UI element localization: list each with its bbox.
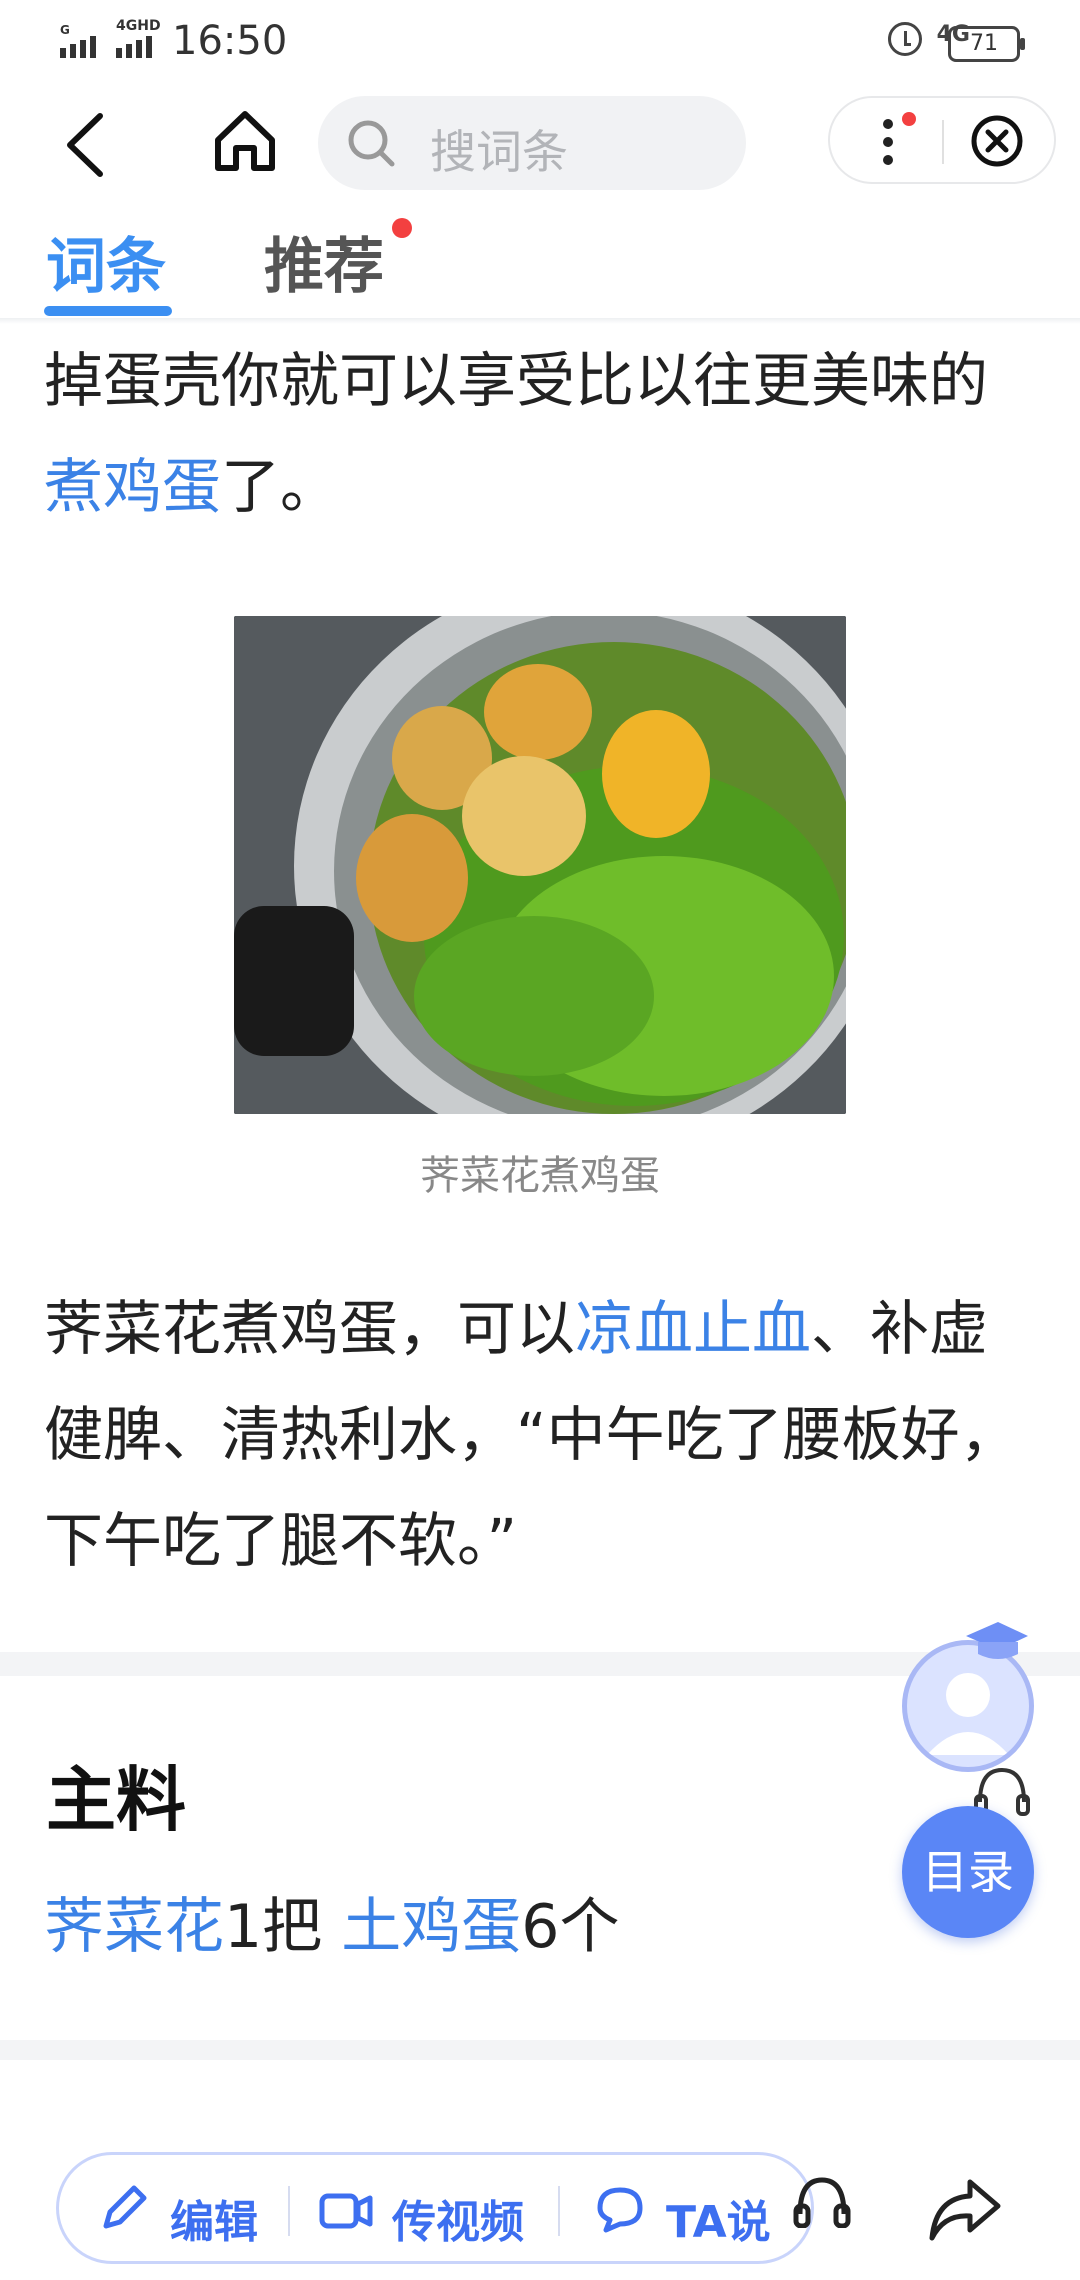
signal-label: 4GHD	[116, 18, 161, 34]
headphone-icon	[793, 2177, 851, 2229]
search-input[interactable]: 搜词条	[318, 96, 746, 190]
bottom-divider	[288, 2186, 290, 2236]
close-icon	[971, 115, 1023, 167]
dish-photo[interactable]	[234, 616, 846, 1114]
ingredient-amount: 6个	[521, 1892, 620, 1962]
bottom-divider	[558, 2186, 560, 2236]
link-cool-blood[interactable]: 凉血止血	[575, 1294, 811, 1363]
edit-button[interactable]: 编辑	[170, 2186, 258, 2250]
capsule-divider	[942, 120, 944, 164]
paragraph-1-tail: 了。	[221, 452, 340, 521]
paragraph-1: 掉蛋壳你就可以享受比以往更美味的煮鸡蛋了。	[44, 328, 1034, 540]
ta-says-button[interactable]: TA说	[666, 2186, 771, 2250]
clock: 16:50	[172, 18, 288, 64]
ingredient-amount: 1把	[224, 1892, 323, 1962]
ingredient-link[interactable]: 土鸡蛋	[341, 1892, 521, 1962]
section-divider	[0, 2040, 1080, 2060]
alarm-icon	[888, 22, 922, 56]
mini-app-capsule	[828, 96, 1056, 184]
paragraph-1-text: 掉蛋壳你就可以享受比以往更美味的	[44, 346, 989, 415]
recommend-dot	[392, 218, 412, 238]
listen-button[interactable]	[792, 2172, 852, 2229]
edit-icon	[96, 2180, 152, 2236]
nav-divider	[0, 318, 1080, 324]
link-boiled-egg[interactable]: 煮鸡蛋	[44, 452, 221, 521]
ingredient-link[interactable]: 荠菜花	[44, 1892, 224, 1962]
upload-video-button[interactable]: 传视频	[392, 2186, 524, 2250]
section-title-main-ingredients: 主料	[46, 1759, 186, 1841]
status-bar: G 4GHD 16:50 4G 71	[0, 0, 1080, 86]
image-caption: 荠菜花煮鸡蛋	[420, 1153, 660, 1199]
battery-indicator: 71	[948, 26, 1025, 62]
tab-recommend[interactable]: 推荐	[264, 218, 384, 305]
toc-button[interactable]: 目录	[902, 1806, 1034, 1938]
tab-entry[interactable]: 词条	[46, 218, 166, 305]
active-tab-indicator	[44, 306, 172, 316]
svg-text:G: G	[60, 23, 70, 37]
paragraph-2-text-a: 荠菜花煮鸡蛋，可以	[44, 1294, 576, 1363]
close-button[interactable]	[970, 114, 1024, 168]
video-icon	[318, 2180, 374, 2236]
notification-dot	[902, 112, 916, 126]
search-icon	[348, 120, 395, 167]
ingredients-list: 荠菜花1把 土鸡蛋6个	[44, 1874, 1034, 1980]
search-placeholder: 搜词条	[430, 125, 568, 179]
comment-icon	[592, 2180, 648, 2236]
more-icon[interactable]	[878, 114, 898, 170]
home-icon	[215, 111, 275, 171]
back-button[interactable]	[60, 112, 112, 177]
share-button[interactable]	[926, 2176, 1004, 2242]
paragraph-2: 荠菜花煮鸡蛋，可以凉血止血、补虚健脾、清热利水，“中午吃了腰板好，下午吃了腿不软…	[44, 1276, 1034, 1594]
home-button[interactable]	[210, 106, 280, 176]
graduation-cap-icon	[962, 1618, 1032, 1668]
share-icon	[929, 2179, 1001, 2241]
